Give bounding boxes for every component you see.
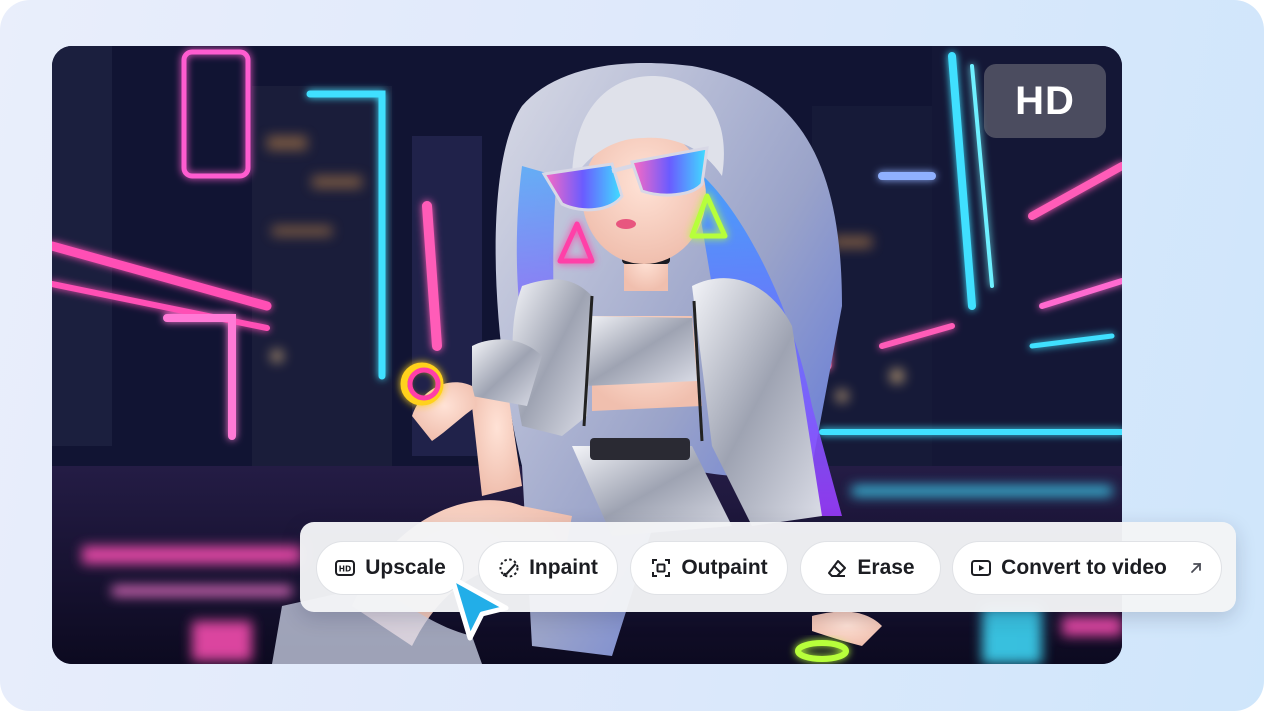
outpaint-button[interactable]: Outpaint: [630, 541, 788, 595]
outpaint-label: Outpaint: [681, 556, 768, 579]
convert-to-video-button[interactable]: Convert to video: [952, 541, 1222, 595]
upscale-label: Upscale: [365, 556, 446, 579]
expand-frame-icon: [650, 557, 672, 579]
hd-box-icon: HD: [334, 557, 356, 579]
convert-to-video-label: Convert to video: [1001, 556, 1167, 579]
play-box-icon: [970, 557, 992, 579]
eraser-icon: [826, 557, 848, 579]
svg-text:HD: HD: [339, 565, 352, 574]
external-arrow-icon: [1188, 560, 1204, 576]
erase-button[interactable]: Erase: [800, 541, 941, 595]
mouse-cursor-icon: [446, 574, 512, 646]
hd-badge: HD: [984, 64, 1106, 138]
image-edit-toolbar: HD Upscale Inpaint Outpaint Erase Conver…: [300, 522, 1236, 612]
inpaint-label: Inpaint: [529, 556, 598, 579]
upscale-button[interactable]: HD Upscale: [316, 541, 464, 595]
promo-card: HD HD Upscale Inpaint Outpaint Erase Con…: [0, 0, 1264, 711]
erase-label: Erase: [857, 556, 915, 579]
